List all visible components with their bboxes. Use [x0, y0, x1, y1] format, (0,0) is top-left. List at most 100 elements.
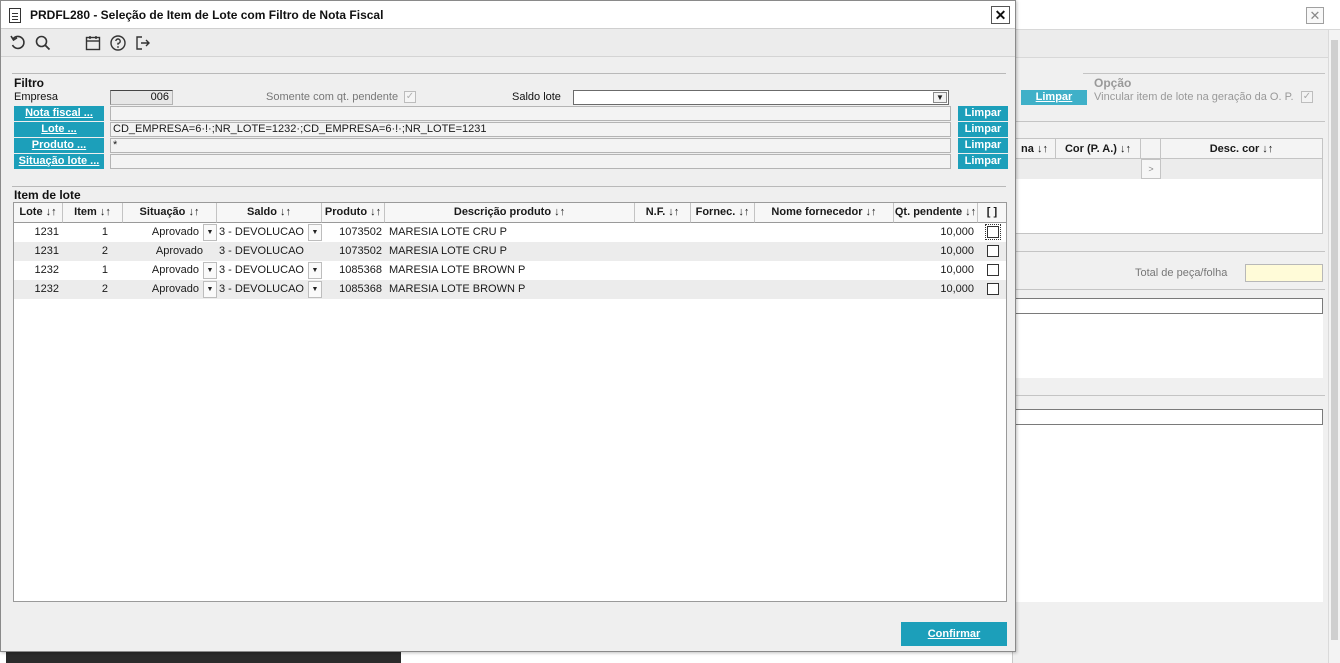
chevron-down-icon[interactable]: ▼ — [203, 262, 217, 279]
table-row[interactable]: 1231 2 Aprovado 3 - DEVOLUCAO 1073502 MA… — [14, 242, 1006, 261]
table-row[interactable]: 1232 2 Aprovado ▼ 3 - DEVOLUCAO ▼ 108536… — [14, 280, 1006, 299]
limpar-situacao-lote-button[interactable]: Limpar — [958, 154, 1008, 169]
row-checkbox[interactable] — [987, 264, 999, 276]
search-icon[interactable] — [34, 34, 54, 52]
cell-situacao: Aprovado — [155, 245, 203, 257]
header-descricao-produto[interactable]: Descrição produto ↓↑ — [385, 203, 635, 223]
limpar-lote-button[interactable]: Limpar — [958, 122, 1008, 137]
background-total-label: Total de peça/folha — [1135, 267, 1228, 279]
background-grid-header-cell[interactable]: Cor (P. A.) ↓↑ — [1056, 139, 1141, 159]
background-divider — [1013, 251, 1325, 252]
header-lote[interactable]: Lote ↓↑ — [14, 203, 63, 223]
background-total-input[interactable] — [1245, 264, 1323, 282]
lote-button[interactable]: Lote ... — [14, 122, 104, 137]
chevron-down-icon[interactable]: ▼ — [933, 92, 947, 103]
background-grid-expand-button[interactable]: > — [1141, 159, 1161, 179]
cell-nome-fornecedor — [755, 280, 894, 299]
lote-input[interactable]: CD_EMPRESA=6·!·;NR_LOTE=1232·;CD_EMPRESA… — [110, 122, 951, 137]
confirmar-button[interactable]: Confirmar — [901, 622, 1007, 646]
cell-produto: 1073502 — [339, 226, 382, 238]
calendar-icon[interactable] — [84, 34, 104, 52]
row-checkbox[interactable] — [987, 283, 999, 295]
cell-fornec — [691, 261, 755, 280]
situacao-lote-button[interactable]: Situação lote ... — [14, 154, 104, 169]
header-item[interactable]: Item ↓↑ — [63, 203, 123, 223]
dialog-toolbar — [1, 29, 1015, 57]
cell-saldo: 3 - DEVOLUCAO — [219, 226, 304, 238]
background-grid-row[interactable]: > — [1014, 159, 1322, 179]
header-produto[interactable]: Produto ↓↑ — [322, 203, 385, 223]
cell-saldo: 3 - DEVOLUCAO — [219, 245, 304, 257]
background-scrollbar[interactable] — [1328, 30, 1340, 663]
situacao-lote-input[interactable] — [110, 154, 951, 169]
header-nome-fornecedor[interactable]: Nome fornecedor ↓↑ — [755, 203, 894, 223]
header-select-all[interactable]: [ ] — [978, 203, 1006, 223]
produto-button[interactable]: Produto ... — [14, 138, 104, 153]
header-qt-pendente[interactable]: Qt. pendente ↓↑ — [894, 203, 978, 223]
background-grid-bar — [1013, 298, 1323, 314]
cell-descricao: MARESIA LOTE BROWN P — [389, 264, 526, 276]
header-nf[interactable]: N.F. ↓↑ — [635, 203, 691, 223]
somente-pendente-checkbox[interactable]: ✓ — [404, 91, 416, 103]
background-grid-header: na ↓↑ Cor (P. A.) ↓↑ Desc. cor ↓↑ — [1014, 139, 1322, 159]
exit-icon[interactable] — [134, 34, 154, 52]
limpar-nota-fiscal-button[interactable]: Limpar — [958, 106, 1008, 121]
item-lote-divider — [12, 186, 1006, 187]
background-limpar-button[interactable]: Limpar — [1021, 90, 1087, 105]
cell-item: 2 — [101, 245, 108, 257]
header-situacao[interactable]: Situação ↓↑ — [123, 203, 217, 223]
situacao-select[interactable]: Aprovado ▼ — [123, 224, 217, 241]
background-divider — [1013, 121, 1325, 122]
background-scrollbar-thumb[interactable] — [1331, 40, 1338, 640]
nota-fiscal-button[interactable]: Nota fiscal ... — [14, 106, 104, 121]
help-icon[interactable] — [109, 34, 129, 52]
cell-qt-pendente: 10,000 — [940, 283, 974, 295]
cell-qt-pendente: 10,000 — [940, 264, 974, 276]
dialog-title: PRDFL280 - Seleção de Item de Lote com F… — [30, 8, 384, 22]
dialog-close-button[interactable]: ✕ — [991, 6, 1010, 24]
row-checkbox[interactable] — [987, 245, 999, 257]
table-row[interactable]: 1232 1 Aprovado ▼ 3 - DEVOLUCAO ▼ 108536… — [14, 261, 1006, 280]
background-grid-header-cell[interactable]: na ↓↑ — [1014, 139, 1056, 159]
cell-lote: 1231 — [34, 226, 59, 238]
situacao-select[interactable]: Aprovado ▼ — [123, 281, 217, 298]
cell-item: 1 — [101, 226, 108, 238]
empresa-input[interactable]: 006 — [110, 90, 173, 105]
chevron-down-icon[interactable]: ▼ — [203, 224, 217, 241]
filtro-divider — [12, 73, 1006, 74]
background-pane — [1013, 425, 1323, 602]
header-saldo[interactable]: Saldo ↓↑ — [217, 203, 322, 223]
background-grid-header-cell[interactable]: Desc. cor ↓↑ — [1161, 139, 1322, 159]
cell-item: 2 — [101, 283, 108, 295]
cell-situacao: Aprovado — [151, 283, 199, 295]
cell-fornec — [691, 280, 755, 299]
cell-descricao: MARESIA LOTE CRU P — [389, 226, 507, 238]
saldo-lote-select[interactable]: ▼ — [573, 90, 949, 105]
background-pane — [1013, 314, 1323, 378]
nota-fiscal-input[interactable] — [110, 106, 951, 121]
table-row[interactable]: 1231 1 Aprovado ▼ 3 - DEVOLUCAO ▼ 107350… — [14, 223, 1006, 242]
chevron-down-icon[interactable]: ▼ — [308, 281, 322, 298]
row-checkbox[interactable] — [985, 224, 1001, 240]
chevron-down-icon[interactable]: ▼ — [308, 224, 322, 241]
situacao-select[interactable]: Aprovado ▼ — [123, 262, 217, 279]
cell-qt-pendente: 10,000 — [940, 245, 974, 257]
limpar-produto-button[interactable]: Limpar — [958, 138, 1008, 153]
cell-produto: 1073502 — [339, 245, 382, 257]
header-fornec[interactable]: Fornec. ↓↑ — [691, 203, 755, 223]
background-close-button[interactable]: ✕ — [1306, 7, 1324, 24]
produto-input[interactable]: * — [110, 138, 951, 153]
saldo-select[interactable]: 3 - DEVOLUCAO ▼ — [217, 262, 322, 279]
chevron-down-icon[interactable]: ▼ — [203, 281, 217, 298]
saldo-lote-label: Saldo lote — [512, 91, 561, 103]
undo-icon[interactable] — [9, 34, 29, 52]
document-icon — [9, 8, 21, 23]
chevron-down-icon[interactable]: ▼ — [308, 262, 322, 279]
saldo-select[interactable]: 3 - DEVOLUCAO ▼ — [217, 281, 322, 298]
filtro-title: Filtro — [14, 76, 44, 90]
cell-nf — [635, 242, 691, 261]
background-divider — [1013, 289, 1325, 290]
cell-produto: 1085368 — [339, 264, 382, 276]
background-opcao-checkbox[interactable]: ✓ — [1301, 91, 1313, 103]
saldo-select[interactable]: 3 - DEVOLUCAO ▼ — [217, 224, 322, 241]
